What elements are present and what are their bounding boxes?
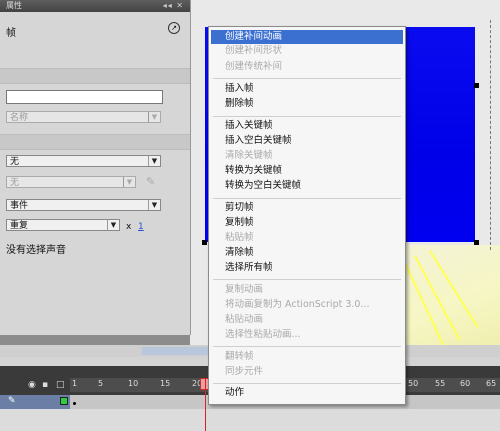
frame-context-menu: 创建补间动画 创建补间形状 创建传统补间 插入帧 删除帧 插入关键帧 插入空白关…: [208, 26, 406, 405]
menu-item-actions[interactable]: 动作: [211, 386, 403, 400]
menu-item-convert-to-blank-keyframe[interactable]: 转换为空白关键帧: [211, 179, 403, 193]
menu-separator: [213, 383, 401, 384]
menu-item-synchronize-symbols[interactable]: 同步元件: [211, 365, 403, 379]
panel-title: 属性: [6, 1, 22, 10]
frame-tick: 55: [435, 379, 446, 388]
menu-item-paste-motion[interactable]: 粘贴动画: [211, 313, 403, 327]
transform-handle[interactable]: [202, 240, 207, 245]
menu-item-reverse-frames[interactable]: 翻转帧: [211, 350, 403, 364]
scrollbar-thumb[interactable]: [142, 347, 212, 355]
panel-titlebar: 属性 ◂◂ ✕: [0, 0, 190, 12]
effect-value: 无: [10, 178, 20, 188]
menu-item-copy-motion-as-actionscript[interactable]: 将动画复制为 ActionScript 3.0...: [211, 298, 403, 312]
menu-item-cut-frames[interactable]: 剪切帧: [211, 201, 403, 215]
transform-handle[interactable]: [474, 83, 479, 88]
section-divider[interactable]: [0, 68, 190, 84]
pencil-layer-icon: ✎: [8, 396, 16, 406]
menu-item-paste-motion-special[interactable]: 选择性粘贴动画...: [211, 328, 403, 342]
chevron-down-icon: ▼: [148, 156, 160, 166]
name-type-select[interactable]: 名称 ▼: [6, 111, 161, 123]
menu-separator: [213, 346, 401, 347]
menu-item-paste-frames[interactable]: 粘贴帧: [211, 231, 403, 245]
menu-item-create-classic-tween[interactable]: 创建传统补间: [211, 60, 403, 74]
repeat-select[interactable]: 重复 ▼: [6, 219, 120, 231]
guide-line: [490, 20, 491, 250]
frame-tick: 65: [486, 379, 497, 388]
frame-tick: 10: [128, 379, 139, 388]
name-type-value: 名称: [10, 113, 29, 123]
menu-item-copy-motion[interactable]: 复制动画: [211, 283, 403, 297]
menu-item-convert-to-keyframe[interactable]: 转换为关键帧: [211, 164, 403, 178]
frame-name-input[interactable]: [6, 90, 163, 104]
eye-icon[interactable]: ◉: [28, 380, 36, 390]
outline-icon[interactable]: □: [56, 380, 65, 390]
menu-item-insert-blank-keyframe[interactable]: 插入空白关键帧: [211, 134, 403, 148]
menu-item-remove-frames[interactable]: 删除帧: [211, 97, 403, 111]
menu-item-clear-frames[interactable]: 清除帧: [211, 246, 403, 260]
frame-label: 帧: [6, 28, 16, 39]
menu-item-insert-frame[interactable]: 插入帧: [211, 82, 403, 96]
menu-separator: [213, 78, 401, 79]
menu-item-create-shape-tween[interactable]: 创建补间形状: [211, 44, 403, 58]
section-divider[interactable]: [0, 134, 190, 150]
sync-select[interactable]: 事件 ▼: [6, 199, 161, 211]
layer-color-icon[interactable]: [60, 397, 68, 405]
no-sound-text: 没有选择声音: [6, 245, 66, 256]
menu-item-create-motion-tween[interactable]: 创建补间动画: [211, 30, 403, 44]
chevron-down-icon: ▼: [107, 220, 119, 230]
playhead-line[interactable]: [205, 378, 206, 431]
frame-tick: 1: [72, 379, 78, 388]
pencil-edit-icon[interactable]: ✎: [146, 175, 155, 188]
repeat-value: 重复: [10, 221, 29, 231]
repeat-count-value[interactable]: 1: [138, 222, 144, 232]
effect-select[interactable]: 无 ▼: [6, 176, 136, 188]
timeline-bottom: [0, 409, 500, 431]
sound-value: 无: [10, 157, 20, 167]
menu-separator: [213, 279, 401, 280]
chevron-down-icon: ▼: [148, 112, 160, 122]
frame-tick: 5: [98, 379, 104, 388]
frame-tick: 60: [460, 379, 471, 388]
sync-value: 事件: [10, 201, 29, 211]
menu-item-clear-keyframe[interactable]: 清除关键帧: [211, 149, 403, 163]
menu-item-copy-frames[interactable]: 复制帧: [211, 216, 403, 230]
chevron-down-icon: ▼: [123, 177, 135, 187]
properties-panel: 属性 ◂◂ ✕ 帧 ↗ 名称 ▼ 无 ▼ 无 ▼ ✎ 事件 ▼ 重复 ▼ x 1…: [0, 0, 191, 335]
keyframe-dot[interactable]: [73, 402, 76, 405]
times-multiplier: x: [126, 222, 132, 232]
transform-handle[interactable]: [474, 240, 479, 245]
menu-item-select-all-frames[interactable]: 选择所有帧: [211, 261, 403, 275]
panel-collapse-close-icon[interactable]: ◂◂ ✕: [163, 0, 184, 12]
menu-item-insert-keyframe[interactable]: 插入关键帧: [211, 119, 403, 133]
frame-tick: 15: [160, 379, 171, 388]
lock-icon[interactable]: ▪: [42, 380, 48, 390]
chevron-down-icon: ▼: [148, 200, 160, 210]
menu-separator: [213, 116, 401, 117]
menu-separator: [213, 198, 401, 199]
help-arrow-icon[interactable]: ↗: [168, 22, 180, 34]
sound-select[interactable]: 无 ▼: [6, 155, 161, 167]
frame-tick: 50: [408, 379, 419, 388]
